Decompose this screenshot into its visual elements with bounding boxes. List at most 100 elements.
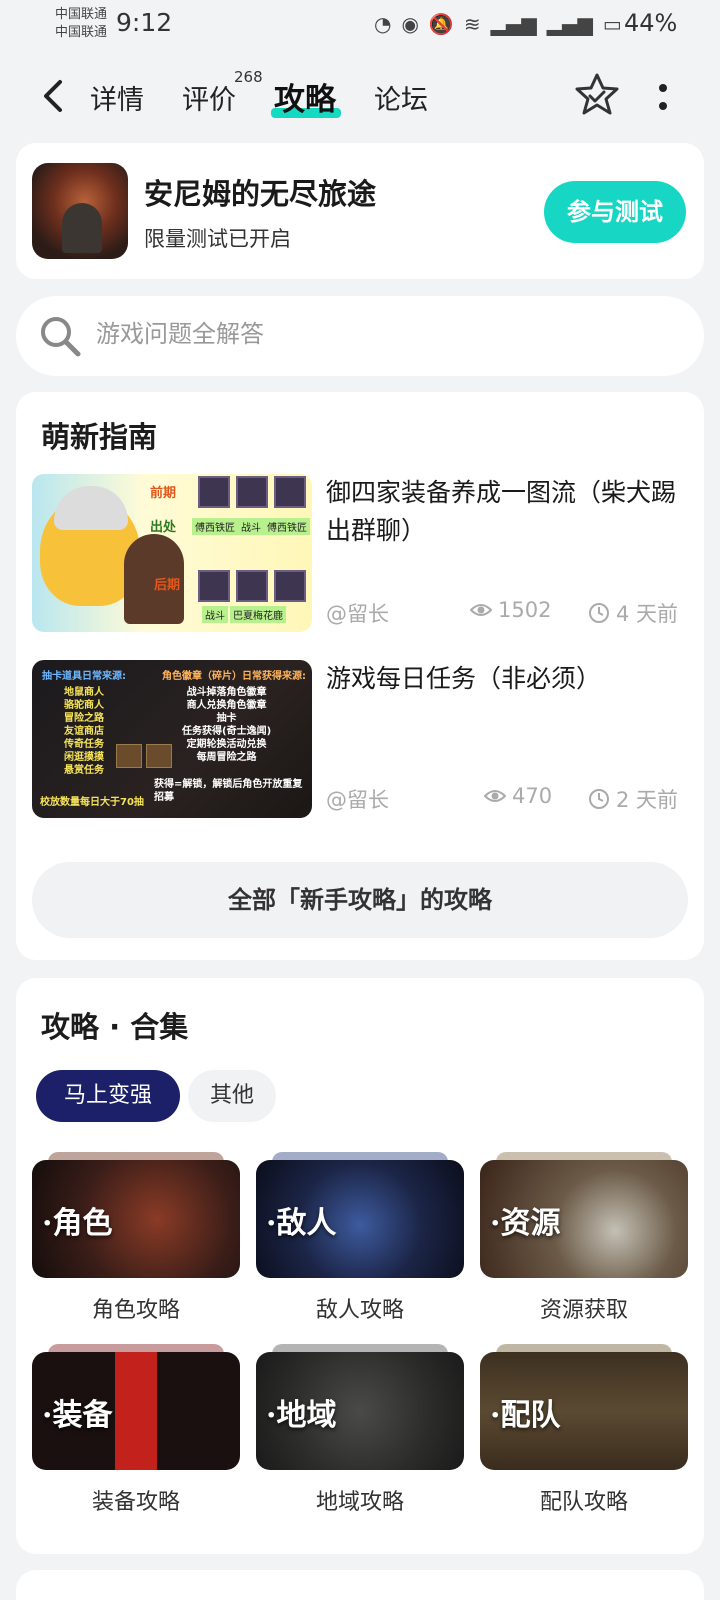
item-slot [274,570,306,602]
tile-word: ·资源 [490,1206,561,1241]
game-card: 安尼姆的无尽旅途 限量测试已开启 参与测试 [16,143,704,279]
all-newbie-guides-button[interactable]: 全部「新手攻略」的攻略 [32,862,688,938]
next-section-card [16,1570,704,1600]
tile-resource[interactable]: ·资源 资源获取 [480,1152,688,1330]
clock-icon [588,789,609,809]
thumb-label-late: 后期 [154,578,181,593]
guide-thumbnail: 抽卡道具日常来源: 地鼠商人 骆驼商人 冒险之路 友谊商店 传奇任务 闲逛摸摸 … [32,660,312,818]
section-title: 萌新指南 [41,420,158,454]
views-count: 1502 [498,598,552,622]
thumb-text: 抽卡道具日常来源: [42,671,126,682]
item-slot [236,570,268,602]
tile-word: ·地域 [266,1398,337,1433]
tile-word: ·角色 [42,1206,113,1241]
eye-icon [484,790,506,802]
back-icon[interactable] [38,78,70,114]
battery-percent: 44% [624,9,678,37]
carrier-1: 中国联通 [55,7,108,22]
tab-guides[interactable]: 攻略 [274,74,336,119]
guide-title: 游戏每日任务（非必须） [326,664,602,693]
tab-reviews[interactable]: 评价 [182,78,236,117]
clock-icon [588,603,609,623]
chip-other[interactable]: 其他 [188,1070,276,1122]
section-title: 攻略 · 合集 [41,1010,189,1044]
tile-image: ·装备 [32,1352,240,1470]
tile-label: 装备攻略 [91,1490,180,1515]
search-bar[interactable] [16,296,704,376]
thumb-label: 巴夏梅花鹿 [230,606,286,623]
carrier-2: 中国联通 [55,25,108,40]
thumb-text: 校放数量每日大于70抽 [40,797,144,808]
guide-collection-section: 攻略 · 合集 马上变强 其他 ·角色 角色攻略 ·敌人 敌人攻略 ·资源 资源… [16,978,704,1554]
guide-item[interactable]: 抽卡道具日常来源: 地鼠商人 骆驼商人 冒险之路 友谊商店 传奇任务 闲逛摸摸 … [32,660,688,820]
tile-team[interactable]: ·配队 配队攻略 [480,1344,688,1522]
tile-label: 地域攻略 [315,1490,404,1515]
signal-5g-icon: ▂▄▆ [490,12,537,36]
tile-image: ·敌人 [256,1160,464,1278]
wifi-icon: ≋ [463,12,481,36]
join-test-button[interactable]: 参与测试 [544,181,686,243]
clock: 9:12 [116,8,173,37]
guide-thumbnail: 前期 出处 后期 傅西铁匠 战斗 傅西铁匠 战斗 巴夏梅花鹿 [32,474,312,632]
item-slot [198,570,230,602]
favorite-star-icon[interactable] [574,72,620,118]
tile-image: ·资源 [480,1160,688,1278]
tile-word: ·敌人 [266,1206,337,1241]
thumb-label-source: 出处 [150,520,177,535]
chip-get-stronger[interactable]: 马上变强 [36,1070,180,1122]
game-icon [32,163,128,259]
tab-details[interactable]: 详情 [90,78,144,117]
guide-author: @留长 [326,602,389,626]
tile-word: ·装备 [42,1398,113,1433]
tile-equipment[interactable]: ·装备 装备攻略 [32,1344,240,1522]
status-icons: ◔ ◉ 🔕 ≋ ▂▄▆ ▂▄▆ ▭ [374,10,622,38]
guide-views: 1502 [470,598,551,622]
speed-icon: ◔ [374,12,392,36]
thumb-label-early: 前期 [150,486,177,501]
eye-icon [470,604,492,616]
game-subtitle: 限量测试已开启 [144,227,291,251]
item-slot [116,744,142,768]
game-title: 安尼姆的无尽旅途 [144,177,377,211]
reviews-count-badge: 268 [234,68,263,86]
thumb-text: 角色徽章（碎片）日常获得来源: [162,671,306,682]
tile-label: 资源获取 [539,1298,628,1323]
guide-time: 2 天前 [588,784,678,814]
status-bar: 中国联通 中国联通 9:12 ◔ ◉ 🔕 ≋ ▂▄▆ ▂▄▆ ▭ 44% [0,0,720,52]
item-slot [146,744,172,768]
tile-image: ·角色 [32,1160,240,1278]
tile-image: ·配队 [480,1352,688,1470]
thumb-label: 战斗 [238,518,264,535]
tile-region[interactable]: ·地域 地域攻略 [256,1344,464,1522]
tile-word: ·配队 [490,1398,561,1433]
newbie-guide-section: 萌新指南 前期 出处 后期 傅西铁匠 战斗 傅西铁匠 战斗 巴夏梅花鹿 御四家装… [16,392,704,960]
tile-image: ·地域 [256,1352,464,1470]
guide-title: 御四家装备养成一图流（柴犬踢出群聊） [326,478,677,545]
search-input[interactable] [96,320,656,348]
top-nav: 详情 评价 268 攻略 论坛 [0,60,720,132]
thumb-label: 傅西铁匠 [192,518,238,535]
tile-label: 配队攻略 [539,1490,628,1515]
mute-bell-icon: 🔕 [428,12,454,36]
signal-4g-icon: ▂▄▆ [546,12,593,36]
guide-meta: @留长 470 2 天前 [326,784,678,814]
guide-meta: @留长 1502 4 天前 [326,598,678,628]
item-slot [236,476,268,508]
guide-author: @留长 [326,788,389,812]
time-ago: 4 天前 [615,602,678,626]
tile-role[interactable]: ·角色 角色攻略 [32,1152,240,1330]
views-count: 470 [512,784,553,808]
tile-label: 角色攻略 [91,1298,180,1323]
thumb-text: 地鼠商人 骆驼商人 冒险之路 友谊商店 传奇任务 闲逛摸摸 悬赏任务 [64,687,104,776]
guide-time: 4 天前 [588,598,678,628]
tile-enemy[interactable]: ·敌人 敌人攻略 [256,1152,464,1330]
guide-item[interactable]: 前期 出处 后期 傅西铁匠 战斗 傅西铁匠 战斗 巴夏梅花鹿 御四家装备养成一图… [32,474,688,634]
tile-label: 敌人攻略 [315,1298,404,1323]
guide-views: 470 [484,784,552,808]
eye-icon: ◉ [401,12,419,36]
carrier-label: 中国联通 中国联通 [55,6,107,42]
tab-forum[interactable]: 论坛 [374,78,428,117]
thumb-text: 战斗掉落角色徽章 商人兑换角色徽章 抽卡 任务获得(奇士逸闻) 定期轮换活动兑换… [182,687,272,763]
more-icon[interactable] [656,80,670,114]
item-slot [198,476,230,508]
